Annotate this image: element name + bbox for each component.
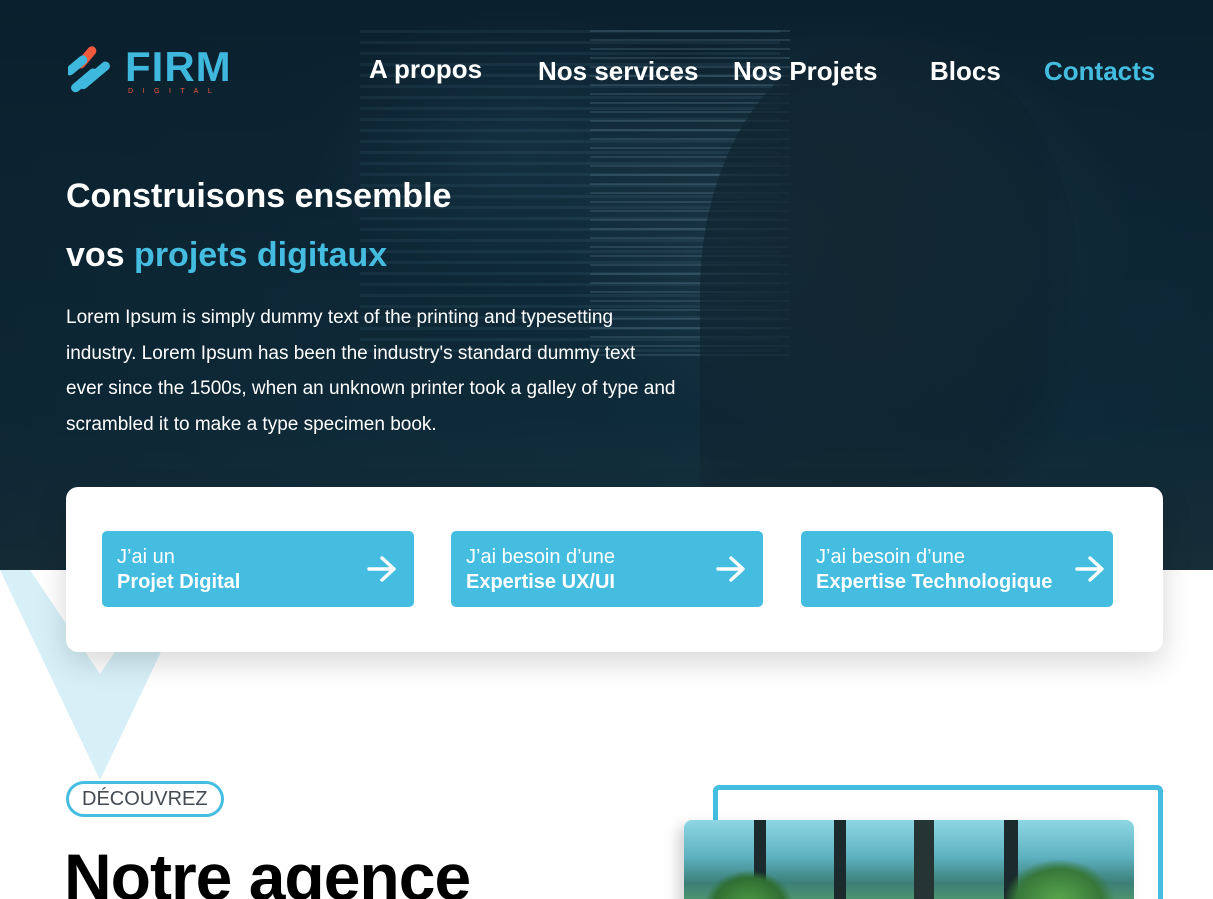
cta-button-line1: J’ai un (117, 546, 175, 568)
nav-item-blocs[interactable]: Blocs (930, 54, 1001, 88)
photo-plant (704, 870, 794, 899)
main-nav: A propos Nos services Nos Projets Blocs … (0, 52, 1213, 88)
nav-item-a-propos[interactable]: A propos (369, 52, 482, 86)
cta-button-line2: Expertise UX/UI (466, 571, 615, 593)
cta-button-line2: Projet Digital (117, 571, 241, 593)
cta-button-expertise-technologique[interactable]: J’ai besoin d’une Expertise Technologiqu… (801, 531, 1113, 607)
hero-title-line2: vos projets digitaux (66, 233, 387, 277)
arrow-right-icon (716, 556, 745, 582)
cta-button-line1: J’ai besoin d’une (466, 546, 615, 568)
section-badge: DÉCOUVREZ (66, 781, 224, 817)
agency-photo (684, 820, 1134, 899)
hero-title-prefix: vos (66, 236, 125, 274)
logo-tagline: DIGITAL (128, 88, 222, 95)
hero-paragraph: Lorem Ipsum is simply dummy text of the … (66, 307, 676, 436)
photo-plant-2 (1004, 860, 1114, 899)
cta-button-expertise-ux-ui[interactable]: J’ai besoin d’une Expertise UX/UI (451, 531, 763, 607)
section-title-bold: agence (248, 840, 471, 899)
arrow-right-icon (1075, 556, 1104, 582)
nav-item-nos-services[interactable]: Nos services (538, 54, 698, 88)
hero-title-line1: Construisons ensemble (66, 177, 452, 215)
arrow-right-icon (367, 556, 396, 582)
section-title: Notre agence (64, 838, 471, 899)
hero-title-accent: projets digitaux (134, 236, 388, 274)
cta-button-line2: Expertise Technologique (816, 571, 1053, 593)
section-title-regular: Notre (64, 840, 232, 899)
cta-card: J’ai un Projet Digital J’ai besoin d’une… (66, 487, 1163, 652)
nav-item-contacts[interactable]: Contacts (1044, 54, 1155, 88)
cta-button-line1: J’ai besoin d’une (816, 546, 965, 568)
cta-button-projet-digital[interactable]: J’ai un Projet Digital (102, 531, 414, 607)
nav-item-nos-projets[interactable]: Nos Projets (733, 54, 878, 88)
